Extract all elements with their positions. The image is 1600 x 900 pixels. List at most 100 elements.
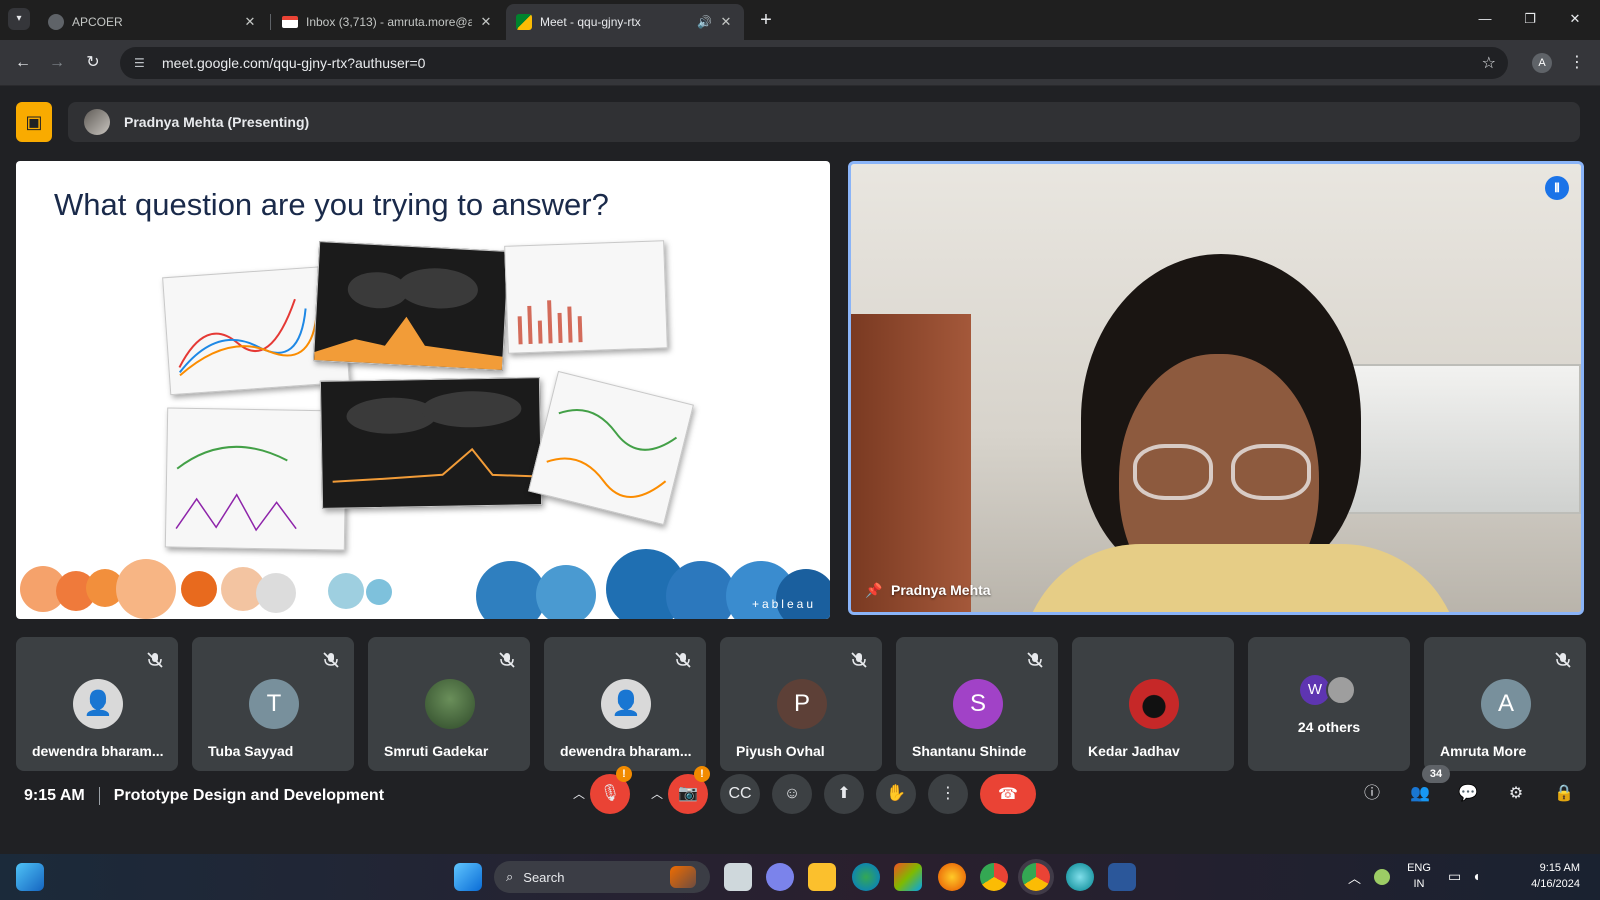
tray-overflow-chevron-icon[interactable]: ︿: [1348, 868, 1361, 887]
profile-avatar[interactable]: A: [1532, 53, 1552, 73]
minimize-window-icon[interactable]: —: [1470, 8, 1500, 30]
presenting-icon[interactable]: ▣: [16, 102, 52, 142]
participant-tile[interactable]: P Piyush Ovhal: [720, 637, 882, 771]
bookmark-star-icon[interactable]: ☆: [1482, 53, 1496, 73]
tab-gmail[interactable]: Inbox (3,713) - amruta.more@a ✕: [272, 4, 504, 40]
gmail-icon: [282, 16, 298, 28]
back-arrow-icon[interactable]: ←: [12, 52, 34, 74]
participant-avatar: 👤: [601, 679, 651, 729]
browser-toolbar: ← → ↻ ☰ meet.google.com/qqu-gjny-rtx?aut…: [0, 40, 1600, 86]
participant-name: Amruta More: [1440, 743, 1527, 759]
widgets-icon[interactable]: [16, 863, 44, 891]
participant-avatar: S: [953, 679, 1003, 729]
forward-arrow-icon[interactable]: →: [46, 52, 68, 74]
people-button[interactable]: 👥: [1406, 780, 1434, 808]
slide-title: What question are you trying to answer?: [54, 187, 609, 222]
tab-title: Meet - qqu-gjny-rtx: [540, 15, 641, 29]
close-window-icon[interactable]: ✕: [1560, 8, 1590, 30]
captions-button[interactable]: CC: [720, 774, 760, 814]
world-map-thumbnail-graphic: [313, 268, 505, 371]
participant-tile[interactable]: A Amruta More: [1424, 637, 1586, 771]
decorative-bubble: [366, 579, 392, 605]
people-count-badge: 34: [1422, 765, 1450, 783]
pin-icon[interactable]: 📌: [865, 582, 882, 600]
participant-avatar: P: [777, 679, 827, 729]
language-indicator-bottom[interactable]: IN: [1404, 878, 1434, 890]
windows-start-icon[interactable]: [454, 863, 482, 891]
chrome-icon[interactable]: [980, 863, 1008, 891]
site-info-icon[interactable]: ☰: [134, 56, 150, 70]
participant-avatar: [425, 679, 475, 729]
tab-title: APCOER: [72, 15, 123, 29]
chat-button[interactable]: 💬: [1454, 780, 1482, 808]
network-icon[interactable]: ▭: [1448, 868, 1461, 885]
participant-tile[interactable]: 👤 dewendra bharam...: [16, 637, 178, 771]
speaker-name: Pradnya Mehta: [891, 582, 991, 598]
decorative-bubble: [181, 571, 217, 607]
chrome-active-icon[interactable]: [1022, 863, 1050, 891]
close-tab-icon[interactable]: ✕: [478, 14, 494, 30]
tableau-logo: +ableau: [751, 597, 816, 611]
active-speaker-tile[interactable]: ⦀ 📌 Pradnya Mehta: [848, 161, 1584, 615]
taskbar-clock-time[interactable]: 9:15 AM: [1500, 862, 1580, 874]
slide-map-thumbnail: [312, 241, 510, 371]
tab-apcoer[interactable]: APCOER ✕: [38, 4, 268, 40]
mic-off-icon: [499, 652, 515, 668]
timeseries-thumbnail-graphic: [546, 409, 678, 498]
language-indicator-top[interactable]: ENG: [1404, 862, 1434, 874]
speaker-audio-icon[interactable]: 🔊: [697, 15, 712, 29]
raise-hand-button[interactable]: ✋: [876, 774, 916, 814]
address-bar[interactable]: ☰ meet.google.com/qqu-gjny-rtx?authuser=…: [120, 47, 1508, 79]
tab-meet[interactable]: Meet - qqu-gjny-rtx 🔊 ✕: [506, 4, 744, 40]
participant-avatar: A: [1481, 679, 1531, 729]
word-icon[interactable]: [1108, 863, 1136, 891]
file-explorer-icon[interactable]: [808, 863, 836, 891]
leave-call-button[interactable]: ☎: [980, 774, 1036, 814]
meet-stage: ▣ Pradnya Mehta (Presenting) What questi…: [0, 86, 1600, 854]
participant-name: Shantanu Shinde: [912, 743, 1027, 759]
meeting-info: 9:15 AM Prototype Design and Development: [24, 784, 384, 808]
host-controls-button[interactable]: 🔒: [1550, 780, 1578, 808]
firefox-icon[interactable]: [938, 863, 966, 891]
more-options-button[interactable]: ⋮: [928, 774, 968, 814]
volume-icon[interactable]: ◖: [1472, 868, 1480, 884]
present-now-button[interactable]: ⬆: [824, 774, 864, 814]
reload-icon[interactable]: ↻: [82, 52, 104, 74]
activities-button[interactable]: ⚙: [1502, 780, 1530, 808]
participant-name: Piyush Ovhal: [736, 743, 825, 759]
browser-menu-icon[interactable]: ⋮: [1566, 52, 1588, 74]
participant-tile[interactable]: S Shantanu Shinde: [896, 637, 1058, 771]
app-icon[interactable]: [1066, 863, 1094, 891]
new-tab-button[interactable]: +: [754, 8, 778, 32]
shared-screen-slide: What question are you trying to answer?: [16, 161, 830, 619]
participant-name: dewendra bharam...: [560, 743, 692, 759]
teams-chat-icon[interactable]: [766, 863, 794, 891]
participant-tile[interactable]: 👤 dewendra bharam...: [544, 637, 706, 771]
participant-tile[interactable]: Kedar Jadhav: [1072, 637, 1234, 771]
audio-options-chevron-icon[interactable]: ︿: [570, 782, 588, 806]
participant-avatar: T: [249, 679, 299, 729]
tray-status-icon[interactable]: [1374, 869, 1390, 885]
meeting-details-button[interactable]: ⓘ: [1358, 780, 1386, 808]
task-view-icon[interactable]: [724, 863, 752, 891]
mic-warning-icon: !: [616, 766, 632, 782]
close-tab-icon[interactable]: ✕: [242, 14, 258, 30]
taskbar-clock-date[interactable]: 4/16/2024: [1500, 878, 1580, 890]
presenter-avatar: [84, 109, 110, 135]
search-icon: ⌕: [506, 869, 514, 884]
close-tab-icon[interactable]: ✕: [718, 14, 734, 30]
store-icon[interactable]: [894, 863, 922, 891]
participant-tile[interactable]: T Tuba Sayyad: [192, 637, 354, 771]
edge-icon[interactable]: [852, 863, 880, 891]
reactions-button[interactable]: ☺: [772, 774, 812, 814]
taskbar-search[interactable]: ⌕ Search: [494, 861, 710, 893]
hang-up-icon: ☎: [998, 786, 1018, 803]
others-count-label: 24 others: [1297, 719, 1361, 735]
others-tile[interactable]: W 24 others: [1248, 637, 1410, 771]
video-options-chevron-icon[interactable]: ︿: [648, 782, 666, 806]
tab-search-dropdown-icon[interactable]: ▾: [8, 8, 30, 30]
participant-tile[interactable]: Smruti Gadekar: [368, 637, 530, 771]
mic-off-icon: [323, 652, 339, 668]
camera-warning-icon: !: [694, 766, 710, 782]
restore-window-icon[interactable]: ❐: [1515, 8, 1545, 30]
